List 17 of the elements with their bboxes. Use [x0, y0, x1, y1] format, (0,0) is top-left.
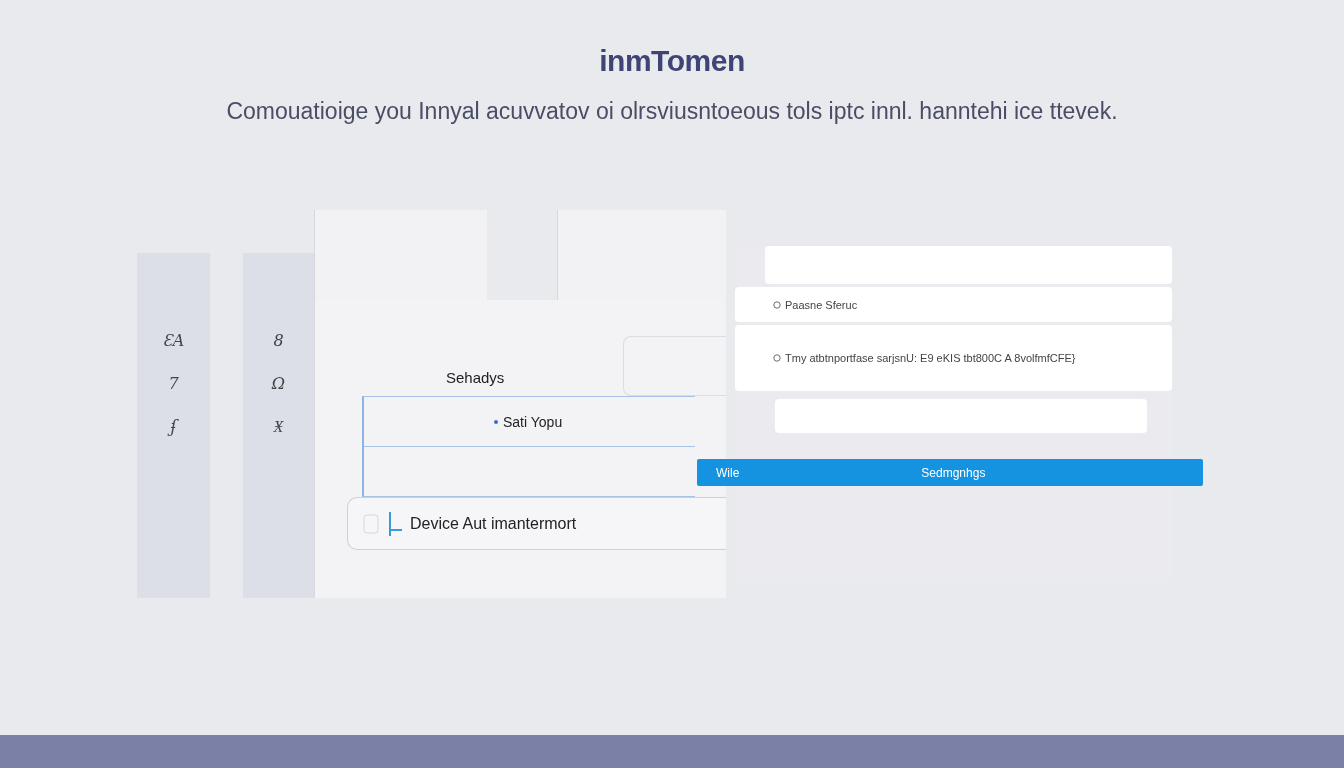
sidebar-glyph[interactable]: ƐA: [162, 331, 185, 350]
sidebar-glyph[interactable]: Ω: [271, 374, 286, 393]
info-text: Tmy atbtnportfase sarjsnU: E9 eKIS tbt800C A 8volfmfCFE}: [785, 352, 1076, 364]
device-card[interactable]: Device Aut imantermort: [347, 497, 726, 550]
device-icon: [362, 511, 402, 536]
action-label: Wile: [716, 465, 740, 480]
section-label: Sehadys: [446, 369, 505, 388]
sidebar-glyph[interactable]: Ӿ: [273, 417, 284, 436]
info-icon: [773, 300, 781, 309]
sidebar-glyph[interactable]: 8: [273, 331, 284, 350]
action-label: Sedmgnhgs: [921, 465, 986, 480]
sidebar-glyph[interactable]: 7: [168, 374, 179, 393]
info-text: Paasne Sferuc: [785, 298, 858, 311]
logo: inmTomen: [599, 44, 745, 78]
info-icon: [773, 354, 781, 362]
tagline: Comouatioige you Innyal acuvvatov oi olrsviusntoeous tols iptc innl. hanntehi ice ttevek.: [226, 98, 1118, 125]
list-item[interactable]: Sati Yopu: [364, 397, 695, 446]
